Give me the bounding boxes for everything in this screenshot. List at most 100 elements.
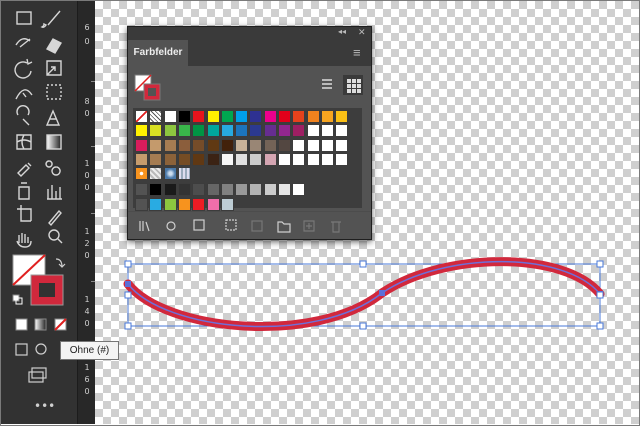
swatch[interactable]: [306, 152, 320, 166]
collapse-icon[interactable]: ◂◂: [338, 27, 346, 36]
swatch[interactable]: [206, 124, 220, 138]
pattern-swatch[interactable]: [163, 167, 177, 181]
panel-fill-stroke[interactable]: [134, 74, 164, 104]
swatch[interactable]: [220, 124, 234, 138]
swatch[interactable]: [263, 152, 277, 166]
swatch[interactable]: [320, 124, 334, 138]
swatch[interactable]: [220, 110, 234, 123]
gray-swatch[interactable]: [263, 182, 277, 196]
swatch[interactable]: [335, 124, 349, 138]
swatch[interactable]: [306, 124, 320, 138]
group-swatch[interactable]: [163, 197, 177, 211]
gray-swatch[interactable]: [249, 182, 263, 196]
swatch[interactable]: [292, 138, 306, 152]
swatch[interactable]: [135, 124, 148, 138]
swatch[interactable]: [135, 138, 148, 152]
swatch[interactable]: [192, 124, 206, 138]
swatch[interactable]: [235, 110, 249, 123]
gray-swatch[interactable]: [235, 182, 249, 196]
pattern-swatch[interactable]: [177, 167, 191, 181]
pattern-swatch[interactable]: [135, 167, 148, 181]
group-swatch[interactable]: [206, 197, 220, 211]
swatch[interactable]: [335, 110, 349, 123]
swatch[interactable]: [177, 124, 191, 138]
swatch[interactable]: [278, 110, 291, 123]
draw-behind-icon: [35, 343, 47, 355]
swatch[interactable]: [177, 152, 191, 166]
swatch[interactable]: [149, 138, 163, 152]
view-toggle[interactable]: [318, 74, 366, 96]
swatch[interactable]: [135, 152, 148, 166]
folder-icon[interactable]: [135, 197, 148, 211]
swatch[interactable]: [192, 152, 206, 166]
gray-swatch[interactable]: [192, 182, 206, 196]
panel-menu-icon[interactable]: ≡: [353, 45, 361, 60]
gray-swatch[interactable]: [278, 182, 291, 196]
swatch[interactable]: [292, 124, 306, 138]
group-swatch[interactable]: [192, 197, 206, 211]
anchor-point-start[interactable]: [125, 281, 131, 287]
group-swatch[interactable]: [220, 197, 234, 211]
swatch[interactable]: [163, 124, 177, 138]
group-swatch[interactable]: [149, 197, 163, 211]
swatch[interactable]: [306, 138, 320, 152]
swatch[interactable]: [320, 138, 334, 152]
swatch[interactable]: [263, 124, 277, 138]
swatch[interactable]: [235, 152, 249, 166]
eraser-tool-icon: [46, 38, 62, 54]
close-icon[interactable]: ✕: [358, 27, 366, 38]
swatch[interactable]: [235, 124, 249, 138]
swatch[interactable]: [278, 138, 291, 152]
swatch[interactable]: [220, 138, 234, 152]
gray-swatch[interactable]: [177, 182, 191, 196]
gray-swatch[interactable]: [220, 182, 234, 196]
pattern-swatch[interactable]: [149, 167, 163, 181]
swatch[interactable]: [292, 110, 306, 123]
swatch[interactable]: [263, 138, 277, 152]
swatch[interactable]: [206, 110, 220, 123]
swatch[interactable]: [192, 110, 206, 123]
gray-swatch[interactable]: [163, 182, 177, 196]
swatch[interactable]: [149, 152, 163, 166]
swatch[interactable]: [135, 110, 148, 123]
swatch[interactable]: [278, 152, 291, 166]
rectangle-tool-icon: [16, 11, 32, 25]
gray-swatch[interactable]: [292, 182, 306, 196]
swatch[interactable]: [263, 110, 277, 123]
swatch[interactable]: [177, 138, 191, 152]
group-swatch[interactable]: [177, 197, 191, 211]
swatch[interactable]: [163, 138, 177, 152]
swatch[interactable]: [249, 138, 263, 152]
swatch[interactable]: [192, 138, 206, 152]
swatch-library-icon: [139, 221, 150, 232]
swatch[interactable]: [177, 110, 191, 123]
swatch[interactable]: [249, 152, 263, 166]
swatch[interactable]: [306, 110, 320, 123]
ruler-label: 0: [84, 387, 90, 396]
swatch[interactable]: [206, 152, 220, 166]
gray-swatch[interactable]: [149, 182, 163, 196]
swatch[interactable]: [163, 110, 177, 123]
swatch[interactable]: [320, 152, 334, 166]
zoom-tool-icon: [48, 229, 60, 241]
anchor-point-middle[interactable]: [379, 290, 385, 296]
swatch[interactable]: [335, 152, 349, 166]
swatch[interactable]: [206, 138, 220, 152]
panel-title-bar[interactable]: ◂◂ ✕: [128, 27, 371, 40]
swatch[interactable]: [163, 152, 177, 166]
tab-swatches[interactable]: Farbfelder: [128, 40, 188, 66]
swatch[interactable]: [235, 138, 249, 152]
swatch[interactable]: [249, 124, 263, 138]
swatch[interactable]: [149, 110, 163, 123]
gray-swatch[interactable]: [206, 182, 220, 196]
swatch[interactable]: [220, 152, 234, 166]
swatch[interactable]: [278, 124, 291, 138]
folder-icon[interactable]: [135, 182, 148, 196]
ruler-label: 0: [84, 171, 90, 180]
swatch[interactable]: [320, 110, 334, 123]
swatch[interactable]: [335, 138, 349, 152]
swatch[interactable]: [292, 152, 306, 166]
swatch[interactable]: [149, 124, 163, 138]
swatch[interactable]: [249, 110, 263, 123]
curve-stroke[interactable]: [123, 257, 605, 332]
